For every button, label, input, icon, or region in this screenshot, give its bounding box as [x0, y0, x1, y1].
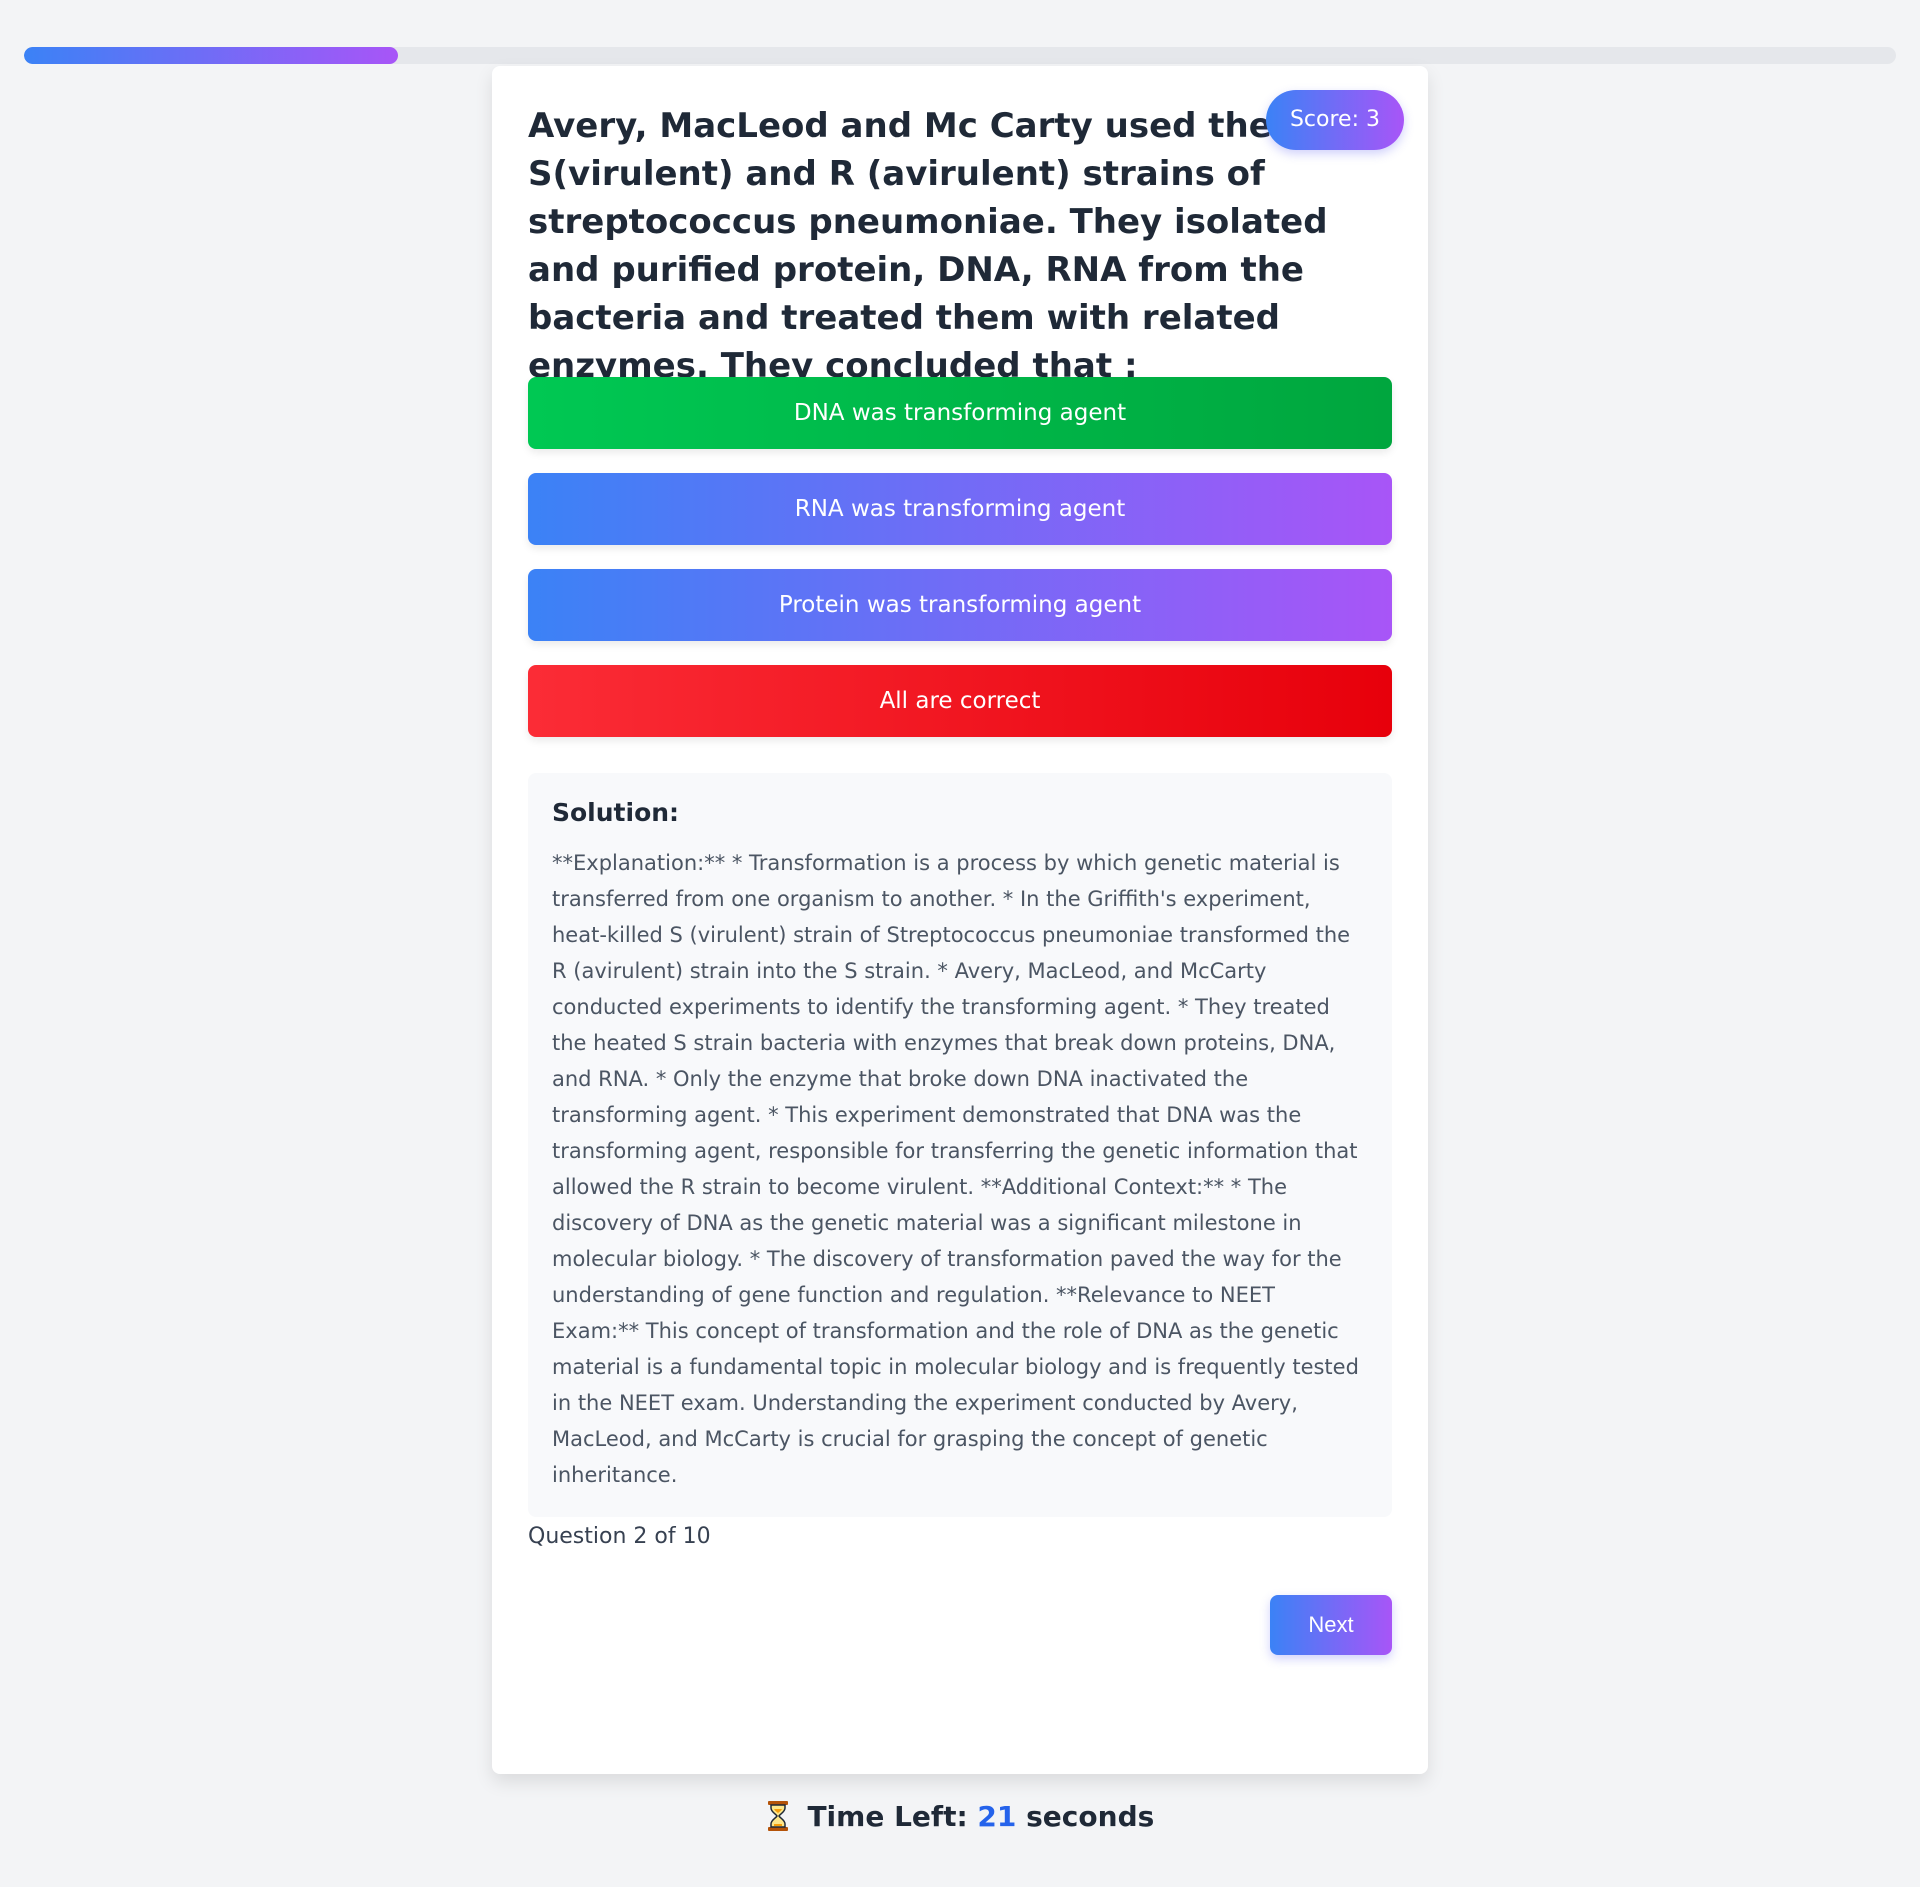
timer-value: 21: [977, 1800, 1017, 1833]
option-button-2[interactable]: RNA was transforming agent: [528, 473, 1392, 545]
question-text: Avery, MacLeod and Mc Carty used the S(v…: [528, 106, 1328, 386]
options-list: DNA was transforming agent RNA was trans…: [528, 377, 1392, 761]
timer: Time Left: 21 seconds: [0, 1800, 1920, 1839]
timer-suffix: seconds: [1026, 1800, 1155, 1833]
hourglass-icon: [766, 1800, 790, 1839]
solution-text: **Explanation:** * Transformation is a p…: [552, 851, 1359, 1487]
progress-bar: [24, 47, 1896, 64]
solution-panel: Solution: **Explanation:** * Transformat…: [528, 773, 1392, 1517]
next-button[interactable]: Next: [1270, 1595, 1392, 1655]
option-label: Protein was transforming agent: [778, 592, 1142, 618]
solution-title: Solution:: [552, 798, 680, 827]
option-button-1[interactable]: DNA was transforming agent: [528, 377, 1392, 449]
timer-prefix: Time Left:: [807, 1800, 968, 1833]
option-button-3[interactable]: Protein was transforming agent: [528, 569, 1392, 641]
option-label: DNA was transforming agent: [793, 400, 1127, 426]
question-counter: Question 2 of 10: [528, 1524, 711, 1549]
quiz-card: Avery, MacLeod and Mc Carty used the S(v…: [492, 66, 1428, 1774]
option-button-4[interactable]: All are correct: [528, 665, 1392, 737]
option-label: All are correct: [879, 688, 1041, 714]
option-label: RNA was transforming agent: [794, 496, 1126, 522]
score-badge: Score: 3: [1265, 90, 1404, 150]
progress-fill: [24, 47, 399, 64]
